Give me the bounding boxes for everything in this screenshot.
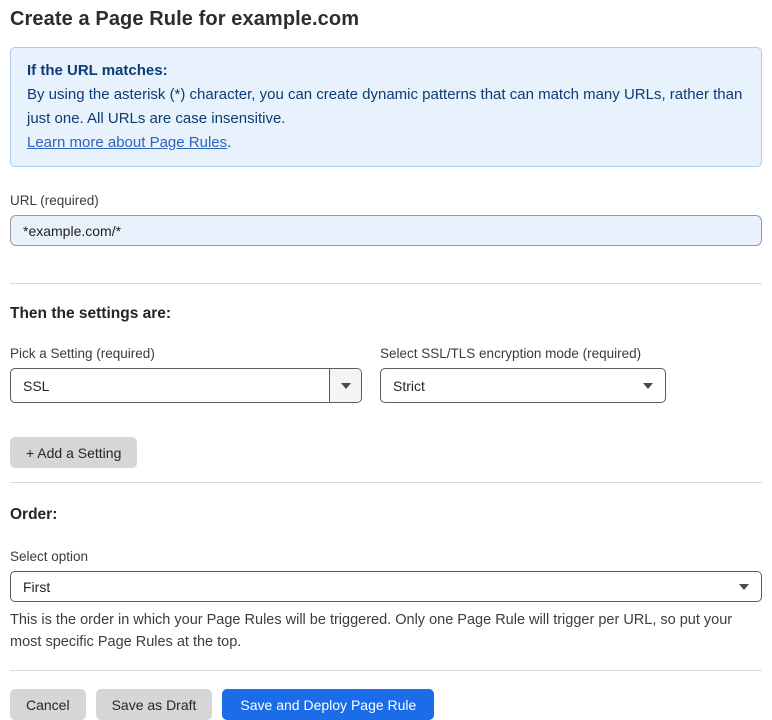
url-input[interactable]	[10, 215, 762, 246]
order-section-heading: Order:	[10, 506, 58, 523]
learn-more-link[interactable]: Learn more about Page Rules	[27, 134, 227, 151]
divider	[10, 482, 762, 483]
ssl-mode-label: Select SSL/TLS encryption mode (required…	[380, 346, 642, 361]
ssl-mode-field: Select SSL/TLS encryption mode (required…	[380, 346, 666, 403]
pick-setting-select[interactable]: SSL	[10, 368, 362, 403]
order-select[interactable]: First	[10, 571, 762, 602]
chevron-down-icon	[631, 382, 665, 389]
info-box-heading: If the URL matches:	[27, 62, 168, 79]
save-draft-button[interactable]: Save as Draft	[95, 689, 213, 720]
divider	[10, 670, 762, 671]
page-title: Create a Page Rule for example.com	[10, 8, 360, 30]
url-match-info-box: If the URL matches: By using the asteris…	[10, 47, 762, 167]
divider	[10, 283, 762, 284]
pick-setting-value: SSL	[23, 377, 50, 394]
page-rule-form: Create a Page Rule for example.com If th…	[0, 8, 772, 720]
chevron-down-icon[interactable]	[329, 369, 361, 402]
add-setting-button[interactable]: + Add a Setting	[10, 437, 138, 468]
pick-setting-label: Pick a Setting (required)	[10, 346, 155, 361]
save-deploy-button[interactable]: Save and Deploy Page Rule	[222, 689, 435, 720]
ssl-mode-value: Strict	[393, 377, 425, 394]
info-box-body: By using the asterisk (*) character, you…	[27, 86, 743, 127]
order-select-label: Select option	[10, 549, 89, 564]
link-period: .	[227, 134, 232, 151]
info-box-link-line: Learn more about Page Rules.	[27, 131, 745, 155]
pick-setting-field: Pick a Setting (required) SSL	[10, 346, 362, 403]
chevron-down-icon	[727, 583, 761, 590]
settings-section-heading: Then the settings are:	[10, 305, 172, 322]
order-help-text: This is the order in which your Page Rul…	[10, 612, 733, 650]
footer-actions: Cancel Save as Draft Save and Deploy Pag…	[10, 689, 762, 720]
settings-row: Pick a Setting (required) SSL Select SSL…	[10, 346, 762, 403]
url-field-label: URL (required)	[10, 193, 99, 208]
order-select-value: First	[23, 578, 51, 595]
ssl-mode-select[interactable]: Strict	[380, 368, 666, 403]
cancel-button[interactable]: Cancel	[10, 689, 86, 720]
